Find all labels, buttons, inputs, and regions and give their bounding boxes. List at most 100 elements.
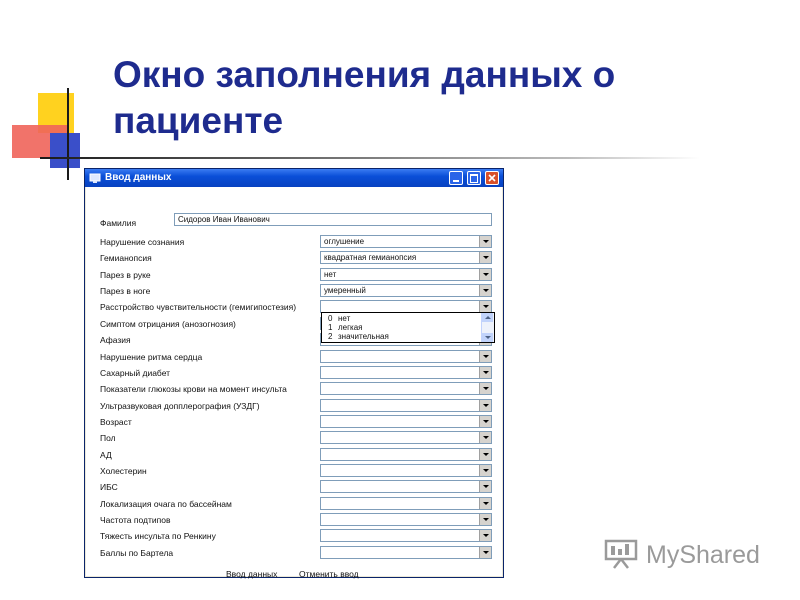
window-title: Ввод данных <box>105 172 172 183</box>
decor-blue-square <box>50 133 80 168</box>
field-combobox[interactable] <box>320 447 492 461</box>
dropdown-list[interactable]: 0 нет 1 легкая 2 значительная <box>321 312 495 343</box>
form-row: Пол <box>86 431 504 447</box>
field-combobox[interactable] <box>320 463 492 477</box>
form-row: Парез в ноге умеренный <box>86 284 504 300</box>
dropdown-arrow-icon[interactable] <box>479 236 491 247</box>
option-text: нет <box>338 314 351 323</box>
dropdown-arrow-icon[interactable] <box>479 383 491 395</box>
dropdown-arrow-icon[interactable] <box>479 285 491 297</box>
field-combobox[interactable]: оглушение <box>320 235 492 248</box>
field-label: Тяжесть инсульта по Ренкину <box>100 531 216 542</box>
form-row: Частота подтипов <box>86 513 504 529</box>
field-combobox[interactable] <box>320 513 492 526</box>
form-row: Показатели глюкозы крови на момент инсул… <box>86 382 504 398</box>
field-combobox[interactable] <box>320 431 492 445</box>
dropdown-arrow-icon[interactable] <box>479 514 491 525</box>
window-titlebar[interactable]: Ввод данных <box>85 169 503 187</box>
dropdown-option[interactable]: 2 значительная <box>328 332 389 341</box>
field-combobox[interactable] <box>320 529 492 543</box>
form-row: Нарушение сознания оглушение <box>86 235 504 251</box>
field-label: Нарушение ритма сердца <box>100 351 203 362</box>
dropdown-arrow-icon[interactable] <box>479 350 491 362</box>
dropdown-arrow-icon[interactable] <box>479 268 491 280</box>
field-combobox[interactable] <box>320 496 492 510</box>
combobox-value: нет <box>324 269 337 279</box>
form-row: Возраст <box>86 414 504 431</box>
dropdown-option[interactable]: 0 нет <box>328 314 350 323</box>
form-row: Баллы по Бартела <box>86 545 504 562</box>
dropdown-scrollbar[interactable] <box>481 313 494 342</box>
dropdown-arrow-icon[interactable] <box>479 399 491 411</box>
form-row: Холестерин <box>86 463 504 480</box>
field-combobox[interactable] <box>320 365 492 379</box>
watermark-text: MyShared <box>646 541 760 569</box>
dropdown-arrow-icon[interactable] <box>479 546 491 558</box>
field-label: Ультразвуковая допплерография (УЗДГ) <box>100 400 260 411</box>
field-combobox[interactable]: квадратная гемианопсия <box>320 251 492 265</box>
submit-data-button[interactable]: Ввод данных <box>226 569 277 579</box>
field-label: Пол <box>100 433 116 444</box>
scroll-down-button[interactable] <box>482 333 493 342</box>
combobox-value: умеренный <box>324 286 366 296</box>
form-row: Нарушение ритма сердца <box>86 349 504 366</box>
field-combobox[interactable]: нет <box>320 267 492 281</box>
dropdown-arrow-icon[interactable] <box>479 481 491 493</box>
field-combobox[interactable] <box>320 398 492 412</box>
fio-input-value: Сидоров Иван Иванович <box>178 215 270 224</box>
field-label: Симптом отрицания (анозогнозия) <box>100 318 236 329</box>
field-label: Баллы по Бартела <box>100 547 174 558</box>
field-label: Афазия <box>100 335 131 346</box>
field-label: Возраст <box>100 416 132 427</box>
field-label: Парез в ноге <box>100 286 151 297</box>
dropdown-option[interactable]: 1 легкая <box>328 323 363 332</box>
field-label: АД <box>100 449 112 460</box>
slide-title: Окно заполнения данных о пациенте <box>113 54 616 141</box>
option-text: значительная <box>338 332 389 341</box>
dropdown-arrow-icon[interactable] <box>479 252 491 264</box>
cancel-input-button[interactable]: Отменить ввод <box>299 569 359 579</box>
dropdown-arrow-icon[interactable] <box>479 366 491 378</box>
window-app-icon <box>89 173 101 183</box>
form-row: Сахарный диабет <box>86 365 504 382</box>
field-label: Частота подтипов <box>100 515 171 525</box>
field-combobox[interactable] <box>320 480 492 494</box>
field-label: Расстройство чувствительности (гемигипос… <box>100 302 297 313</box>
dropdown-arrow-icon[interactable] <box>479 448 491 460</box>
field-combobox[interactable] <box>320 382 492 396</box>
decor-vertical-line <box>67 88 69 180</box>
dropdown-arrow-icon[interactable] <box>479 464 491 476</box>
scroll-up-button[interactable] <box>482 313 493 322</box>
minimize-button[interactable] <box>449 171 463 185</box>
field-combobox[interactable]: умеренный <box>320 284 492 298</box>
field-label: Показатели глюкозы крови на момент инсул… <box>100 384 287 395</box>
field-combobox[interactable] <box>320 349 492 363</box>
maximize-button[interactable] <box>467 171 481 185</box>
decor-horizontal-line <box>40 157 700 159</box>
presentation-board-icon <box>604 539 638 569</box>
form-row: Ультразвуковая допплерография (УЗДГ) <box>86 398 504 415</box>
combobox-value: квадратная гемианопсия <box>324 253 417 263</box>
dropdown-arrow-icon[interactable] <box>479 415 491 427</box>
close-icon <box>488 174 496 182</box>
field-combobox[interactable] <box>320 545 492 559</box>
dropdown-arrow-icon[interactable] <box>479 530 491 542</box>
option-number: 2 <box>328 332 333 341</box>
field-label: Парез в руке <box>100 269 151 280</box>
field-label: ИБС <box>100 482 118 493</box>
watermark: MyShared <box>604 536 774 574</box>
form-row: АД <box>86 447 504 464</box>
form-row: Гемианопсия квадратная гемианопсия <box>86 251 504 267</box>
dropdown-arrow-icon[interactable] <box>479 497 491 509</box>
field-combobox[interactable] <box>320 414 492 428</box>
field-label: Локализация очага по бассейнам <box>100 498 232 509</box>
option-number: 0 <box>328 314 333 323</box>
fio-input[interactable]: Сидоров Иван Иванович <box>174 213 492 226</box>
option-text: легкая <box>338 323 363 332</box>
form-row: Парез в руке нет <box>86 267 504 284</box>
dropdown-arrow-icon[interactable] <box>479 432 491 444</box>
window-client-area: Фамилия Сидоров Иван Иванович Нарушение … <box>86 187 504 579</box>
dropdown-arrow-icon[interactable] <box>479 301 491 313</box>
option-number: 1 <box>328 323 333 332</box>
close-button[interactable] <box>485 171 499 185</box>
